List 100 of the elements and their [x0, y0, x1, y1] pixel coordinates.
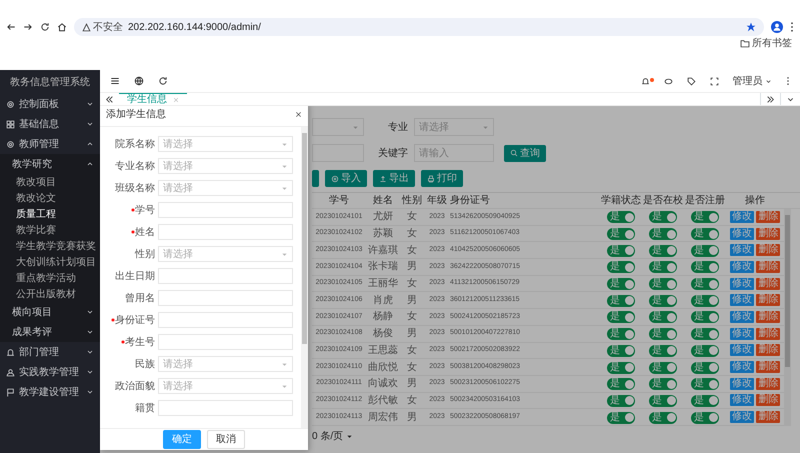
input-field[interactable] [158, 202, 293, 218]
back-icon[interactable] [6, 22, 16, 32]
toggle-switch[interactable]: 是 [649, 294, 677, 307]
edit-button[interactable]: 修改 [730, 378, 754, 390]
select-field[interactable]: 请选择 [158, 158, 293, 174]
more-icon[interactable] [790, 21, 794, 33]
toggle-switch[interactable]: 是 [607, 311, 635, 324]
forward-icon[interactable] [23, 22, 33, 32]
toggle-switch[interactable]: 是 [607, 211, 635, 224]
toggle-switch[interactable]: 是 [691, 278, 719, 290]
menu-item[interactable]: 公开出版教材 [0, 286, 100, 302]
menu-item[interactable]: 实践教学管理 [0, 362, 100, 382]
delete-button[interactable]: 删除 [756, 361, 780, 374]
toggle-switch[interactable]: 是 [607, 294, 635, 307]
toggle-switch[interactable]: 是 [691, 261, 719, 274]
toggle-switch[interactable]: 是 [649, 278, 677, 290]
toolbar-button[interactable]: 导入 [325, 170, 367, 187]
select-field[interactable]: 请选择 [414, 118, 494, 136]
delete-button[interactable]: 删除 [756, 328, 780, 340]
search-button[interactable]: 查询 [504, 144, 546, 162]
user-menu[interactable]: 管理员 [732, 74, 772, 88]
menu-item[interactable]: 教改项目 [0, 174, 100, 190]
menu-item[interactable]: 重点教学活动 [0, 270, 100, 286]
toolbar-button[interactable]: 打印 [421, 170, 463, 187]
select-field[interactable]: 请选择 [158, 136, 293, 152]
refresh-icon[interactable] [158, 76, 168, 86]
edit-button[interactable]: 修改 [730, 344, 754, 356]
toggle-switch[interactable]: 是 [607, 412, 635, 424]
select-field[interactable]: 请选择 [158, 180, 293, 196]
scroll-right-icon[interactable] [766, 94, 775, 104]
menu-item[interactable]: 教学建设管理 [0, 382, 100, 402]
input-field[interactable] [158, 290, 293, 306]
edit-button[interactable]: 修改 [730, 361, 754, 374]
edit-button[interactable]: 修改 [730, 244, 754, 256]
close-icon[interactable] [295, 111, 302, 118]
toggle-switch[interactable]: 是 [691, 244, 719, 257]
toggle-switch[interactable]: 是 [649, 378, 677, 390]
address-bar[interactable]: 不安全 202.202.160.144:9000/admin/ [74, 18, 764, 36]
input-field[interactable] [158, 224, 293, 240]
select-field[interactable]: 请选择 [158, 356, 293, 372]
delete-button[interactable]: 删除 [756, 278, 780, 290]
delete-button[interactable]: 删除 [756, 344, 780, 356]
toggle-switch[interactable]: 是 [691, 394, 719, 407]
bookmarks-button[interactable]: 所有书签 [740, 36, 792, 50]
menu-icon[interactable] [110, 76, 120, 86]
toggle-switch[interactable]: 是 [649, 311, 677, 324]
input-field[interactable] [158, 400, 293, 416]
globe-icon[interactable] [134, 76, 144, 86]
input-field[interactable]: 请输入 [414, 144, 494, 162]
toggle-switch[interactable]: 是 [649, 211, 677, 224]
menu-item[interactable]: 教学研究 [0, 154, 100, 174]
scrollbar[interactable] [301, 127, 308, 428]
menu-item[interactable]: 控制面板 [0, 94, 100, 114]
menu-item[interactable]: 横向项目 [0, 302, 100, 322]
tab[interactable]: 学生信息 [119, 93, 187, 105]
toggle-switch[interactable]: 是 [607, 378, 635, 390]
edit-button[interactable]: 修改 [730, 260, 754, 273]
toggle-switch[interactable]: 是 [649, 412, 677, 424]
menu-item[interactable]: 学生教学竞赛获奖 [0, 238, 100, 254]
menu-item[interactable]: 基础信息 [0, 114, 100, 134]
toggle-switch[interactable]: 是 [649, 344, 677, 357]
toggle-switch[interactable]: 是 [691, 412, 719, 424]
scroll-left-icon[interactable] [105, 94, 114, 104]
edit-button[interactable]: 修改 [730, 294, 754, 306]
edit-button[interactable]: 修改 [730, 411, 754, 424]
profile-icon[interactable] [771, 21, 783, 33]
menu-item[interactable]: 教改论文 [0, 190, 100, 206]
toggle-switch[interactable]: 是 [691, 344, 719, 357]
toggle-switch[interactable]: 是 [607, 228, 635, 240]
more-icon[interactable] [786, 76, 790, 86]
toggle-switch[interactable]: 是 [691, 211, 719, 224]
select-field[interactable] [312, 118, 364, 136]
toggle-switch[interactable]: 是 [649, 328, 677, 340]
delete-button[interactable]: 删除 [756, 411, 780, 424]
menu-item[interactable]: 大创训练计划项目 [0, 254, 100, 270]
page-size-select[interactable]: 0 条/页 [312, 428, 353, 444]
toggle-switch[interactable]: 是 [649, 362, 677, 374]
delete-button[interactable]: 删除 [756, 228, 780, 240]
delete-button[interactable]: 删除 [756, 294, 780, 306]
star-icon[interactable] [746, 22, 756, 32]
toggle-switch[interactable]: 是 [607, 328, 635, 340]
edit-button[interactable]: 修改 [730, 210, 754, 223]
toggle-switch[interactable]: 是 [607, 278, 635, 290]
scrollbar[interactable] [784, 209, 791, 426]
edit-button[interactable]: 修改 [730, 328, 754, 340]
toggle-switch[interactable]: 是 [607, 244, 635, 257]
menu-item[interactable]: 教学比赛 [0, 222, 100, 238]
toggle-switch[interactable]: 是 [607, 394, 635, 407]
menu-item[interactable]: 教师管理 [0, 134, 100, 154]
toggle-switch[interactable]: 是 [649, 228, 677, 240]
toggle-switch[interactable]: 是 [691, 311, 719, 324]
toggle-switch[interactable]: 是 [607, 344, 635, 357]
toggle-switch[interactable]: 是 [691, 294, 719, 307]
input-field[interactable] [158, 334, 293, 350]
fullscreen-icon[interactable] [710, 76, 718, 86]
input-field[interactable] [158, 268, 293, 284]
delete-button[interactable]: 删除 [756, 378, 780, 390]
reload-icon[interactable] [40, 22, 50, 32]
input-field[interactable] [312, 144, 364, 162]
toggle-switch[interactable]: 是 [649, 394, 677, 407]
